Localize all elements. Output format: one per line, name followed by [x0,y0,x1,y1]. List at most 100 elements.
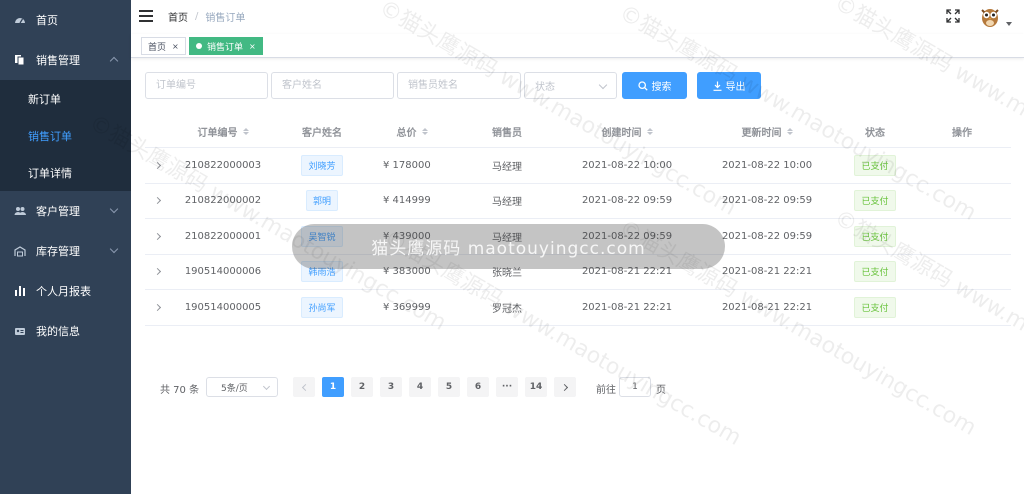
warehouse-icon [14,245,26,257]
salesperson-name-input[interactable] [397,72,521,99]
page-3[interactable]: 3 [380,377,402,397]
column-order-no[interactable]: 订单编号 [169,116,277,147]
users-icon [14,205,26,217]
download-icon [713,81,722,91]
next-page-button[interactable] [554,377,576,397]
sidebar-item-label: 库存管理 [36,245,80,258]
column-salesperson: 销售员 [492,128,522,139]
chevron-down-icon [109,244,119,254]
sidebar-item-label: 首页 [36,14,58,27]
status-badge: 已支付 [854,261,896,283]
page-more[interactable]: ··· [496,377,518,397]
fullscreen-icon[interactable] [946,9,960,23]
customer-tag: 刘晓芳 [301,154,343,176]
sidebar-item-sales-order[interactable]: 销售订单 [0,117,131,154]
sidebar-item-label: 客户管理 [36,205,80,218]
avatar[interactable] [978,4,1002,28]
active-dot-icon [196,43,202,49]
sort-icon[interactable] [242,128,249,135]
tag-label: 首页 [148,42,167,53]
breadcrumb: 首页 / 销售订单 [168,9,245,24]
pagination: 共 70 条 5条/页 1 2 3 4 5 6 ··· 14 前往 页 [160,377,680,397]
sidebar-item-label: 个人月报表 [36,285,91,298]
chevron-down-icon [109,204,119,214]
tag-sales-order[interactable]: 销售订单 × [189,37,263,55]
status-select-placeholder: 状态 [535,82,555,93]
page-2[interactable]: 2 [351,377,373,397]
export-button[interactable]: 导出 [697,72,761,99]
sort-icon[interactable] [786,128,793,135]
sidebar-item-order-detail[interactable]: 订单详情 [0,154,131,191]
sort-icon[interactable] [421,128,428,135]
page-size-select[interactable]: 5条/页 [206,377,278,397]
customer-tag: 孙尚军 [301,296,343,318]
sort-icon[interactable] [646,128,653,135]
column-status: 状态 [865,128,885,139]
id-card-icon [14,325,26,337]
expand-icon[interactable] [153,197,161,205]
prev-page-button[interactable] [293,377,315,397]
column-updated[interactable]: 更新时间 [697,116,837,147]
tag-label: 销售订单 [207,42,244,53]
toast-overlay: 猫头鹰源码 maotouyingcc.com [292,224,725,269]
goto-label: 前往 [596,385,616,396]
close-icon[interactable]: × [249,42,256,51]
column-customer: 客户姓名 [302,128,342,139]
table-row: 190514000005 孙尚军 ¥ 369999 罗冠杰 2021-08-21… [145,290,1011,326]
table-row: 210822000002 郭明 ¥ 414999 马经理 2021-08-22 … [145,184,1011,219]
sidebar-item-monthly-report[interactable]: 个人月报表 [0,271,131,311]
tag-home[interactable]: 首页 × [141,37,186,55]
breadcrumb-home[interactable]: 首页 [168,9,188,24]
search-button-label: 搜索 [651,82,672,93]
chevron-down-icon [262,382,271,391]
chevron-left-icon [301,383,309,391]
navbar: 首页 / 销售订单 [131,0,1024,32]
orders-table: 订单编号 客户姓名 总价 销售员 创建时间 更新时间 状态 操作 2108220… [145,116,1011,326]
page-14[interactable]: 14 [525,377,547,397]
order-no-input[interactable] [145,72,268,99]
page-6[interactable]: 6 [467,377,489,397]
table-row: 210822000003 刘晓芳 ¥ 178000 马经理 2021-08-22… [145,148,1011,184]
expand-icon[interactable] [153,232,161,240]
status-badge: 已支付 [854,154,896,176]
customer-name-input[interactable] [271,72,394,99]
breadcrumb-current: 销售订单 [205,12,246,24]
page-1[interactable]: 1 [322,377,344,397]
tags-view: 首页 × 销售订单 × [131,34,1024,58]
status-badge: 已支付 [854,225,896,247]
status-select[interactable]: 状态 [524,72,617,99]
dashboard-icon [14,14,26,26]
export-button-label: 导出 [725,82,746,93]
goto-unit: 页 [656,385,666,396]
sidebar-item-my-info[interactable]: 我的信息 [0,311,131,351]
column-price[interactable]: 总价 [367,116,457,147]
filter-bar: 状态 搜索 导出 [0,72,1024,99]
pagination-total: 共 70 条 [160,385,200,396]
page-4[interactable]: 4 [409,377,431,397]
expand-icon[interactable] [153,303,161,311]
status-badge: 已支付 [854,296,896,318]
search-button[interactable]: 搜索 [622,72,687,99]
sidebar-item-customers[interactable]: 客户管理 [0,191,131,231]
column-created[interactable]: 创建时间 [557,116,697,147]
breadcrumb-separator: / [195,10,199,22]
sidebar-item-label: 我的信息 [36,325,80,338]
goto-page-input[interactable] [619,377,651,397]
caret-down-icon[interactable] [1006,22,1012,26]
document-icon [14,54,26,66]
customer-tag: 郭明 [305,190,338,212]
expand-icon[interactable] [153,161,161,169]
chevron-down-icon [598,80,608,90]
page-5[interactable]: 5 [438,377,460,397]
chevron-right-icon [560,383,568,391]
hamburger-icon[interactable] [139,10,153,22]
sidebar-item-home[interactable]: 首页 [0,0,131,40]
bar-chart-icon [14,285,26,297]
table-header: 订单编号 客户姓名 总价 销售员 创建时间 更新时间 状态 操作 [145,116,1011,148]
status-badge: 已支付 [854,190,896,212]
close-icon[interactable]: × [172,42,179,51]
column-actions: 操作 [952,128,972,139]
sidebar-item-label: 销售管理 [36,54,80,67]
expand-icon[interactable] [153,268,161,276]
sidebar-item-inventory[interactable]: 库存管理 [0,231,131,271]
